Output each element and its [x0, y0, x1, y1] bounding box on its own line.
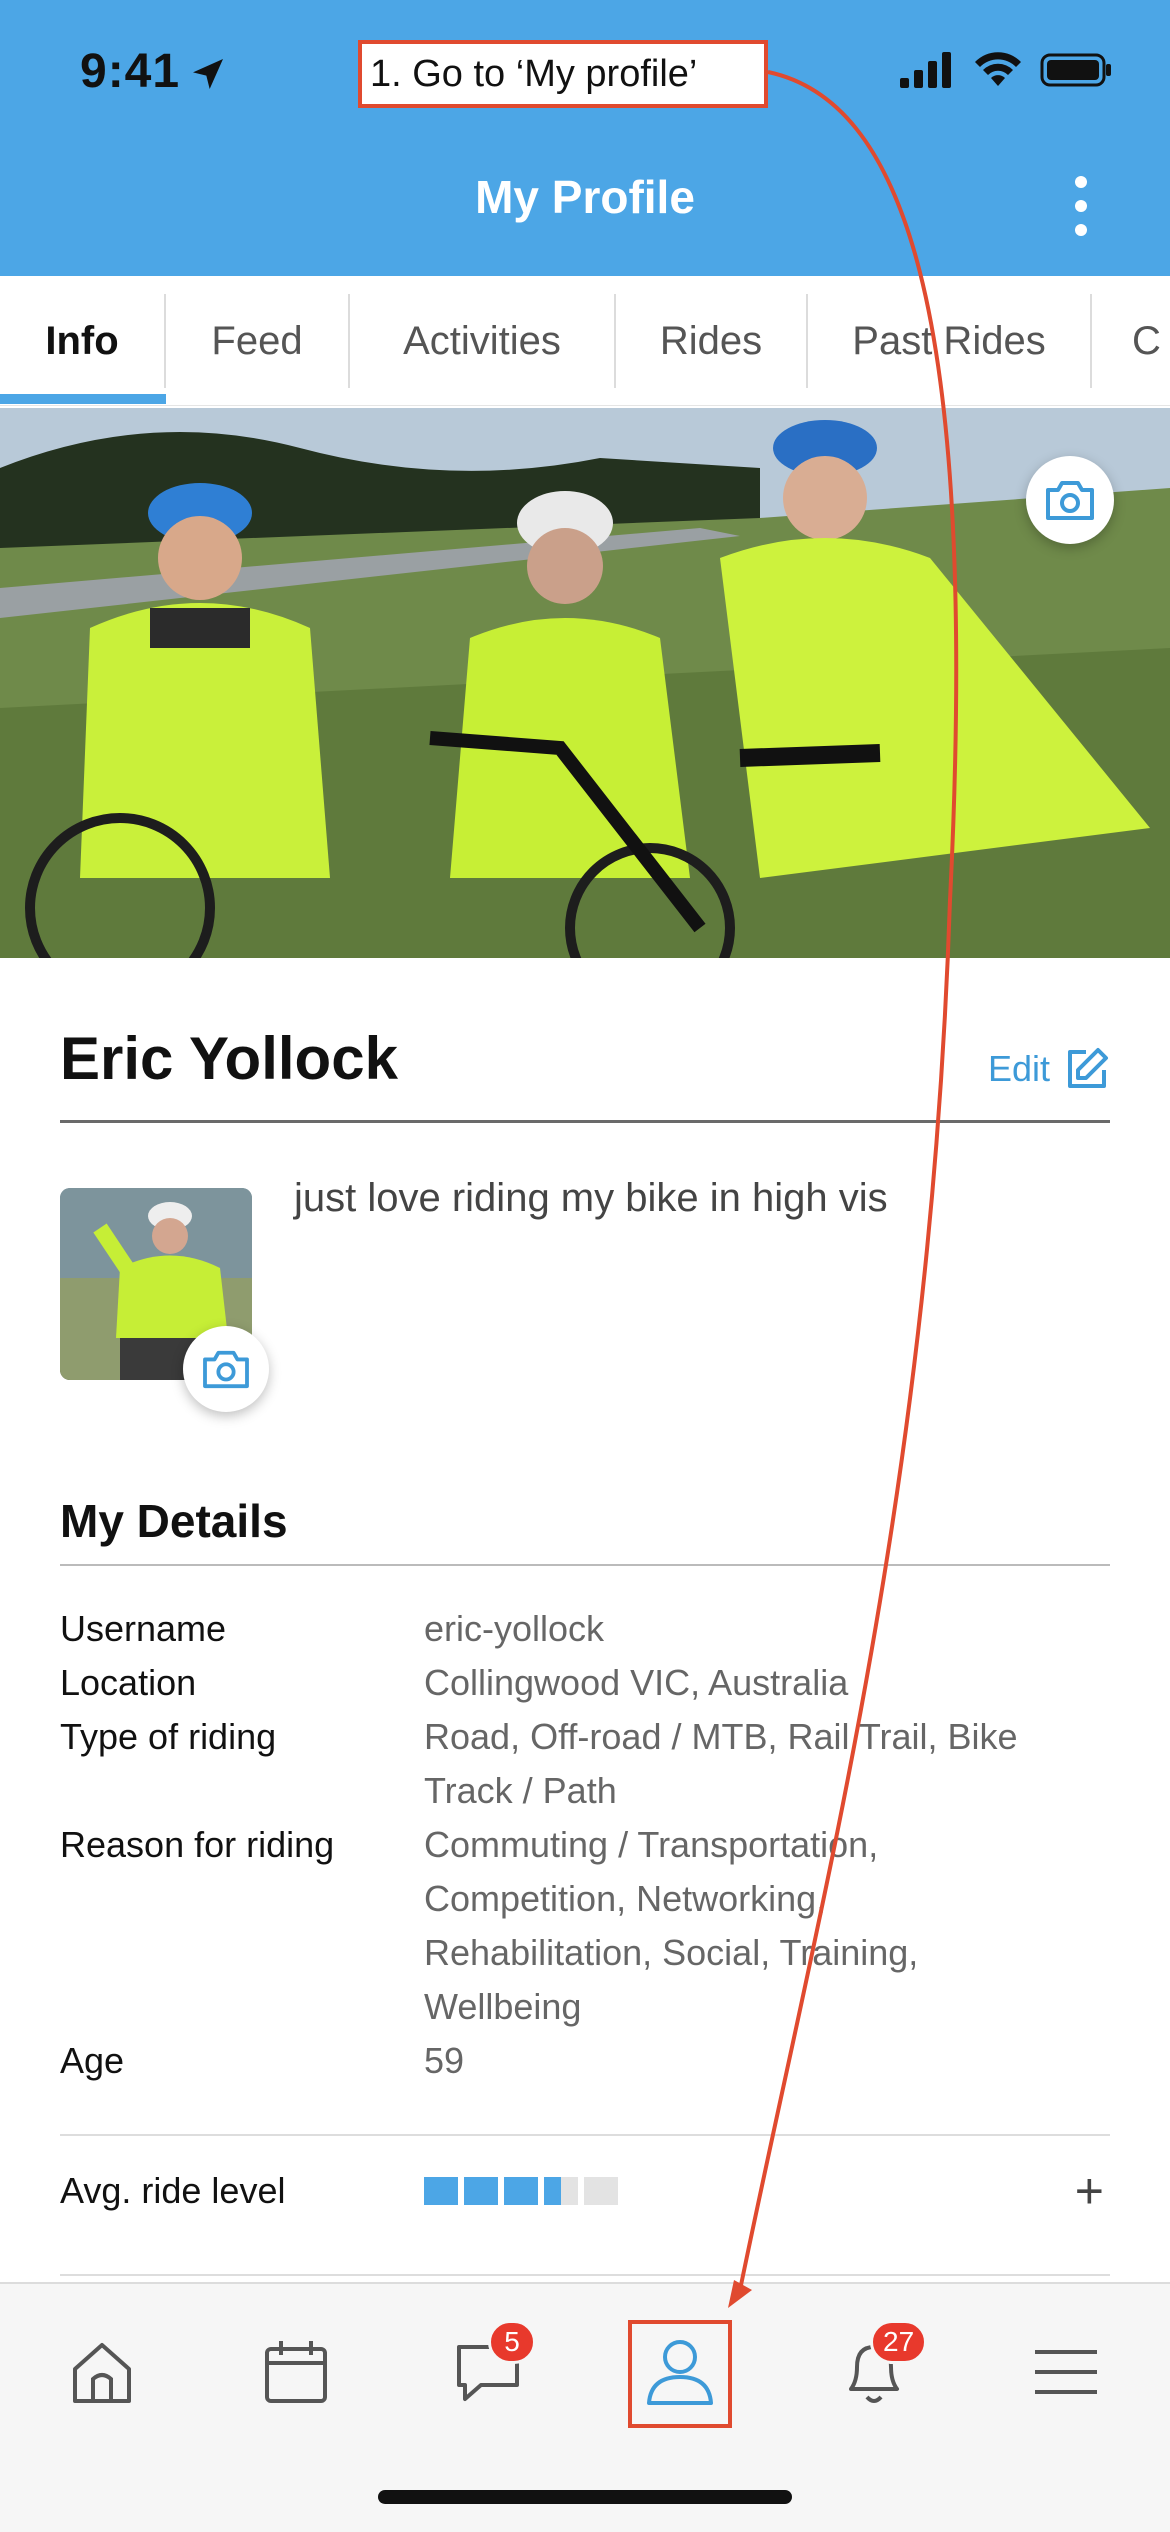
add-ride-level-button[interactable]: + — [1075, 2162, 1104, 2220]
wifi-icon — [975, 52, 1021, 86]
home-icon — [73, 2343, 131, 2403]
camera-icon — [1046, 481, 1094, 520]
location-arrow-icon — [193, 59, 223, 89]
calendar-icon — [265, 2341, 327, 2403]
detail-row-reason-for-riding: Reason for riding Commuting / Transporta… — [60, 1818, 1110, 2034]
details-title: My Details — [60, 1495, 288, 1547]
page-title: My Profile — [475, 171, 695, 223]
detail-row-type-of-riding: Type of riding Road, Off-road / MTB, Rai… — [60, 1710, 1110, 1818]
kebab-menu-icon[interactable] — [1066, 176, 1096, 236]
edit-icon — [1068, 1048, 1108, 1088]
hamburger-icon — [1035, 2350, 1097, 2394]
detail-value: 59 — [424, 2040, 465, 2081]
detail-label: Location — [60, 1662, 197, 1703]
signal-icon — [900, 52, 951, 88]
ride-level-segment — [424, 2177, 458, 2205]
cover-camera-button[interactable] — [1026, 456, 1114, 544]
profile-tabs: Info Feed Activities Rides Past Rides C — [0, 276, 1170, 406]
nav-home[interactable] — [52, 2322, 152, 2422]
cover-photo-image — [0, 408, 1170, 958]
tab-rides[interactable]: Rides — [616, 294, 808, 388]
detail-value: eric-yollock — [424, 1608, 605, 1649]
profile-bio: just love riding my bike in high vis — [294, 1176, 888, 1220]
notifications-badge: 27 — [870, 2320, 928, 2364]
ride-level-segment — [464, 2177, 498, 2205]
detail-value: Road, Off-road / MTB, Rail Trail, Bike T… — [424, 1716, 1018, 1811]
detail-value: Commuting / Transportation, Competition,… — [424, 1824, 919, 2027]
nav-menu[interactable] — [1016, 2322, 1116, 2422]
ride-level-divider — [60, 2134, 1110, 2136]
ride-level-bottom-divider — [60, 2274, 1110, 2276]
tab-more[interactable]: C — [1092, 294, 1170, 388]
detail-row-username: Username eric-yollock — [60, 1602, 1110, 1656]
profile-highlight-box — [628, 2320, 732, 2428]
annotation-callout: 1. Go to ‘My profile’ — [358, 40, 768, 108]
tab-past-rides[interactable]: Past Rides — [808, 294, 1092, 388]
tab-activities[interactable]: Activities — [350, 294, 616, 388]
camera-icon — [203, 1350, 249, 1389]
ride-level-bar — [424, 2177, 618, 2205]
status-icons — [900, 52, 1112, 88]
details-list: Username eric-yollock Location Collingwo… — [60, 1602, 1110, 2088]
avatar-camera-button[interactable] — [183, 1326, 269, 1412]
ride-level-segment — [584, 2177, 618, 2205]
ride-level-segment — [544, 2177, 578, 2205]
cover-photo — [0, 408, 1170, 958]
active-tab-indicator — [0, 394, 166, 404]
detail-label: Type of riding — [60, 1716, 277, 1757]
detail-label: Reason for riding — [60, 1824, 335, 1865]
profile-name: Eric Yollock — [60, 1025, 398, 1092]
tab-info[interactable]: Info — [0, 294, 166, 388]
detail-row-age: Age 59 — [60, 2034, 1110, 2088]
home-indicator — [378, 2490, 792, 2504]
detail-label: Username — [60, 1608, 227, 1649]
messages-badge: 5 — [488, 2320, 536, 2364]
edit-label: Edit — [987, 1048, 1050, 1089]
tab-feed[interactable]: Feed — [166, 294, 350, 388]
detail-label: Age — [60, 2040, 125, 2081]
detail-value: Collingwood VIC, Australia — [424, 1662, 849, 1703]
ride-level-label: Avg. ride level — [60, 2170, 286, 2211]
details-divider — [60, 1564, 1110, 1566]
status-time: 9:41 — [80, 45, 181, 98]
nav-calendar[interactable] — [246, 2322, 346, 2422]
battery-icon — [1040, 53, 1111, 87]
detail-row-location: Location Collingwood VIC, Australia — [60, 1656, 1110, 1710]
name-divider — [60, 1120, 1110, 1123]
edit-profile-button[interactable]: Edit — [988, 1046, 1110, 1092]
ride-level-segment — [504, 2177, 538, 2205]
ride-level-row: Avg. ride level + — [60, 2163, 1110, 2219]
